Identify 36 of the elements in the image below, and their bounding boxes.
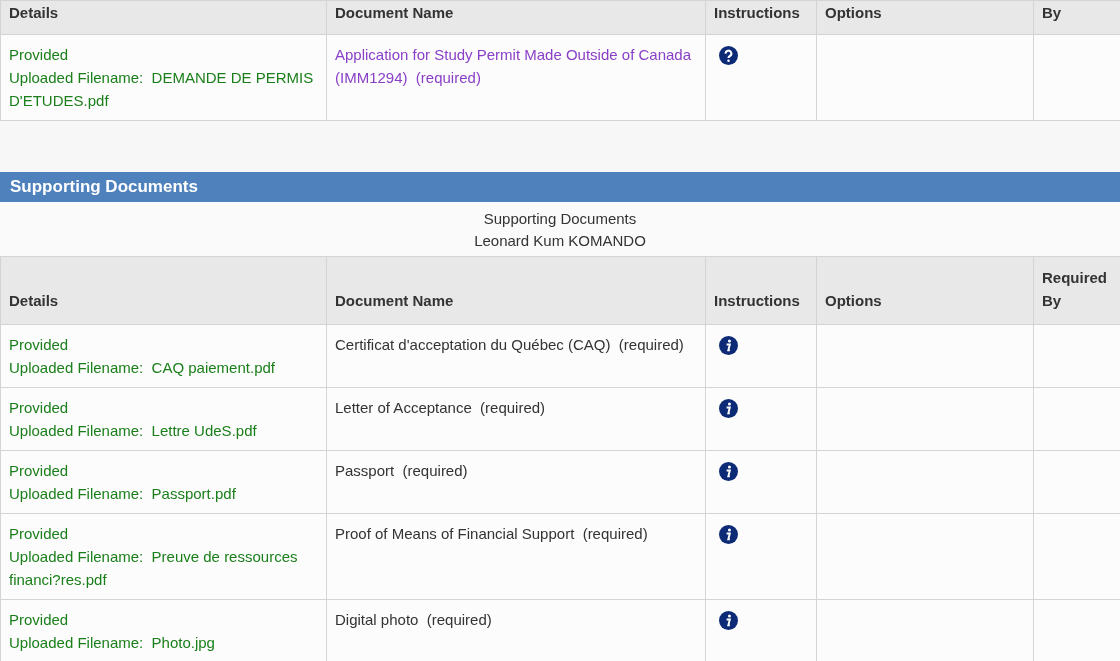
filename-text: Uploaded Filename: Lettre UdeS.pdf xyxy=(9,421,258,441)
column-header: Instructions xyxy=(705,0,817,35)
filename-text: Uploaded Filename: CAQ paiement.pdf xyxy=(9,358,276,378)
filename-text: Uploaded Filename: Photo.jpg xyxy=(9,633,216,653)
column-header: Options xyxy=(816,0,1034,35)
column-header: Required By xyxy=(1033,256,1120,325)
filename-text: Uploaded Filename: Passport.pdf xyxy=(9,484,237,504)
info-icon[interactable] xyxy=(719,611,738,630)
status-text: Provided xyxy=(9,45,70,65)
document-name: Passport (required) xyxy=(335,461,469,481)
info-icon[interactable] xyxy=(719,399,738,418)
caption-text: Leonard Kum KOMANDO xyxy=(473,231,647,251)
status-text: Provided xyxy=(9,398,70,418)
filename-text: Uploaded Filename: DEMANDE DE PERMIS D'ETUDES.pdf xyxy=(9,68,315,111)
info-icon[interactable] xyxy=(719,525,738,544)
filename-text: Uploaded Filename: Preuve de ressources financi?res.pdf xyxy=(9,547,299,590)
column-header: Options xyxy=(816,256,1034,325)
status-text: Provided xyxy=(9,610,70,630)
column-header: Instructions xyxy=(705,256,817,325)
info-icon[interactable] xyxy=(719,462,738,481)
document-name: Proof of Means of Financial Support (required) xyxy=(335,524,649,544)
status-text: Provided xyxy=(9,461,70,481)
section-header: Supporting Documents xyxy=(0,172,1120,202)
column-header: By xyxy=(1033,0,1120,35)
document-name: Letter of Acceptance (required) xyxy=(335,398,547,418)
help-icon[interactable] xyxy=(719,46,738,65)
info-icon[interactable] xyxy=(719,336,738,355)
status-text: Provided xyxy=(9,524,70,544)
document-name: Digital photo (required) xyxy=(335,610,493,630)
column-header: Document Name xyxy=(326,256,706,325)
column-header: Details xyxy=(0,256,327,325)
column-header: Document Name xyxy=(326,0,706,35)
document-name: Certificat d'acceptation du Québec (CAQ) (required) xyxy=(335,335,685,355)
column-header: Details xyxy=(0,0,327,35)
status-text: Provided xyxy=(9,335,70,355)
caption-text: Supporting Documents xyxy=(482,209,638,229)
